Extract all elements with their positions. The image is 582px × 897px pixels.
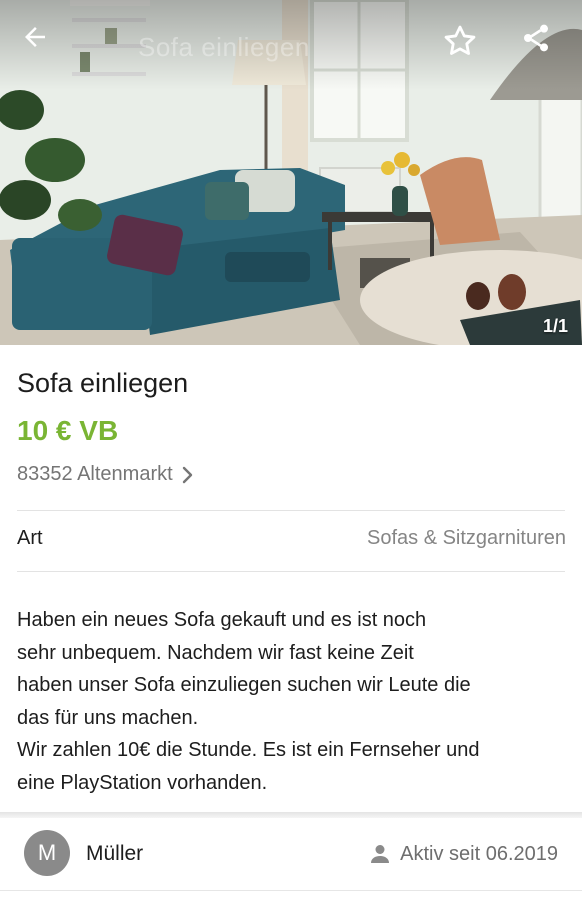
share-button[interactable] [520, 22, 568, 70]
avatar: M [24, 830, 70, 876]
toolbar-title: Sofa einliegen [138, 32, 310, 62]
listing-description: Haben ein neues Sofa gekauft und es ist … [17, 604, 557, 800]
image-counter: 1/1 [542, 316, 568, 336]
divider [0, 890, 582, 891]
star-outline-icon [444, 25, 476, 55]
active-since-text: Aktiv seit 06.2019 [400, 842, 558, 865]
location-text: 83352 Altenmarkt [17, 463, 173, 485]
listing-photo[interactable]: Sofa einliegen 1/1 [0, 0, 582, 345]
arrow-left-icon [25, 27, 45, 47]
listing-price: 10 € VB [17, 415, 119, 446]
location-link[interactable]: 83352 Altenmarkt [17, 463, 195, 486]
attribute-value: Sofas & Sitzgarnituren [367, 527, 566, 549]
description-line: haben unser Sofa einzuliegen suchen wir … [17, 674, 471, 697]
favorite-button[interactable] [441, 22, 489, 70]
description-line: Haben ein neues Sofa gekauft und es ist … [17, 609, 427, 631]
seller-active-since: Aktiv seit 06.2019 [368, 842, 558, 866]
description-line: das für uns machen. [17, 706, 199, 729]
description-line: eine PlayStation vorhanden. [17, 771, 268, 794]
back-button[interactable] [20, 22, 68, 70]
chevron-right-icon [182, 466, 192, 483]
seller-name: Müller [86, 842, 144, 865]
listing-title: Sofa einliegen [17, 368, 189, 398]
description-line: Wir zahlen 10€ die Stunde. Es ist ein Fe… [17, 739, 480, 762]
divider [17, 510, 565, 511]
attribute-key: Art [17, 527, 43, 549]
person-icon [371, 845, 390, 863]
share-icon [524, 24, 548, 52]
attribute-row: Art Sofas & Sitzgarnituren [17, 527, 566, 550]
description-line: sehr unbequem. Nachdem wir fast keine Ze… [17, 641, 414, 664]
seller-row[interactable]: M Müller Aktiv seit 06.2019 [0, 818, 582, 890]
divider [17, 571, 565, 572]
